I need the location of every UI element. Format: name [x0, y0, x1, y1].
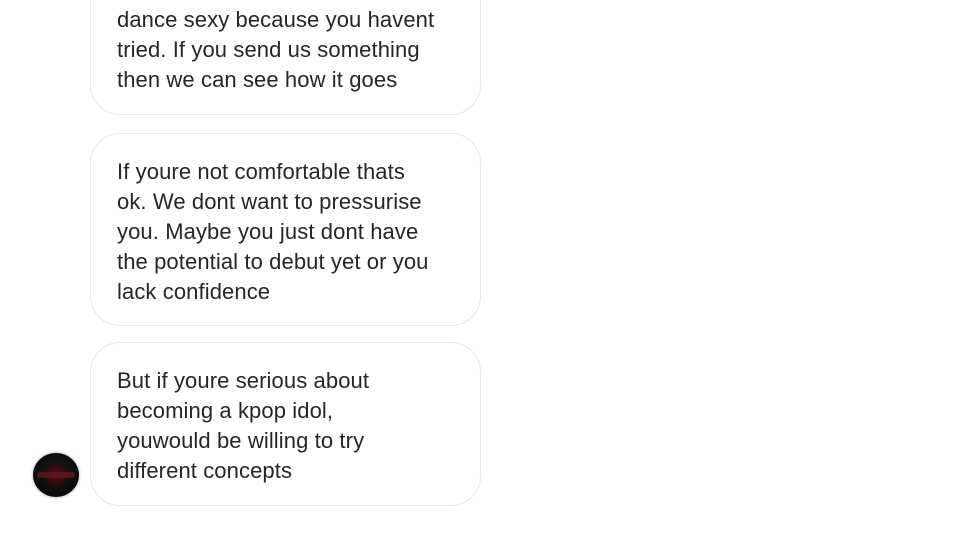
message-bubble[interactable]: But if youre serious about becoming a kp… [90, 342, 481, 506]
message-bubble[interactable]: dance sexy because you havent tried. If … [90, 0, 481, 115]
message-bubble[interactable]: If youre not comfortable thats ok. We do… [90, 133, 481, 326]
sender-avatar-icon[interactable] [33, 453, 79, 497]
message-thread: dance sexy because you havent tried. If … [0, 0, 960, 540]
